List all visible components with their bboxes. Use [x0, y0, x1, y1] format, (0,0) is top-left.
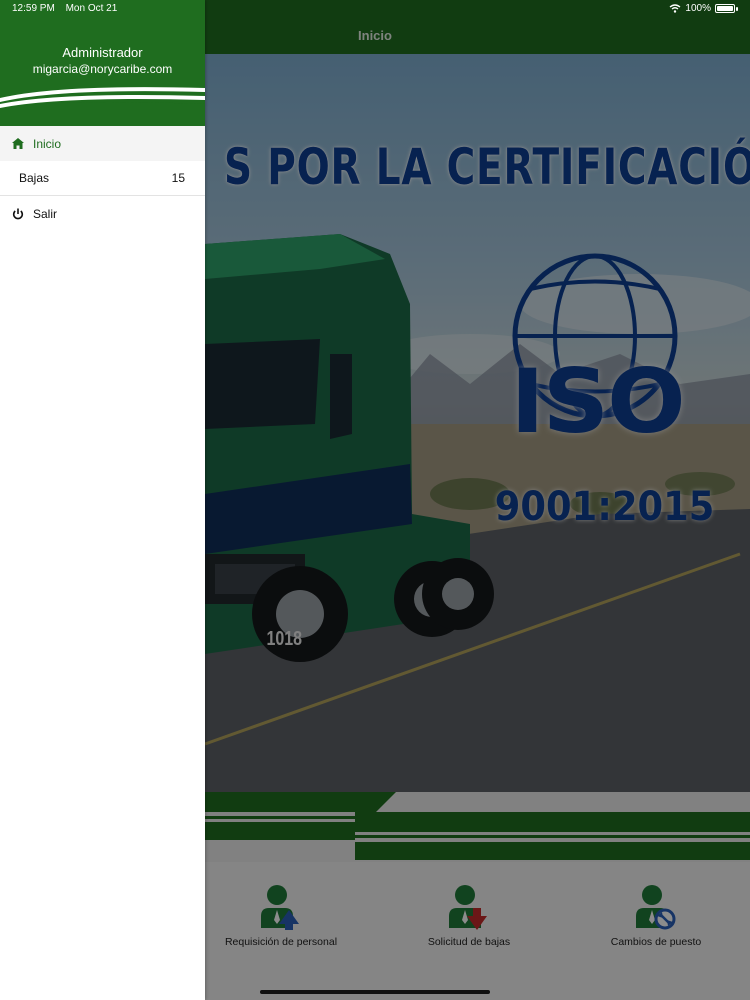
battery-percentage: 100% [685, 3, 711, 14]
user-email: migarcia@norycaribe.com [32, 62, 173, 76]
home-indicator[interactable] [260, 990, 490, 994]
menu-item-label: Inicio [33, 136, 62, 151]
menu-item-bajas[interactable]: Bajas 15 [0, 161, 205, 196]
status-time: 12:59 PM [12, 3, 55, 14]
drawer-menu: Inicio Bajas 15 Salir [0, 126, 205, 231]
menu-item-label: Bajas [19, 171, 50, 185]
menu-item-salir[interactable]: Salir [0, 196, 205, 231]
bajas-count-badge: 15 [171, 171, 185, 185]
menu-item-label: Salir [33, 206, 58, 221]
side-drawer: Administrador migarcia@norycaribe.com In… [0, 0, 205, 1000]
drawer-header: Administrador migarcia@norycaribe.com [0, 0, 205, 126]
status-bar-left: 12:59 PM Mon Oct 21 [12, 3, 125, 14]
home-icon [10, 136, 26, 152]
status-date: Mon Oct 21 [65, 3, 118, 14]
menu-item-inicio[interactable]: Inicio [0, 126, 205, 161]
battery-icon [715, 4, 735, 13]
status-bar-right: 100% [669, 3, 738, 14]
user-name: Administrador [62, 45, 143, 60]
battery-tip [736, 6, 738, 11]
app-root: Inicio S POR LA CERTIFICACIÓN ISO 9001:2… [0, 0, 750, 1000]
power-icon [10, 206, 26, 222]
wifi-icon [669, 4, 681, 13]
